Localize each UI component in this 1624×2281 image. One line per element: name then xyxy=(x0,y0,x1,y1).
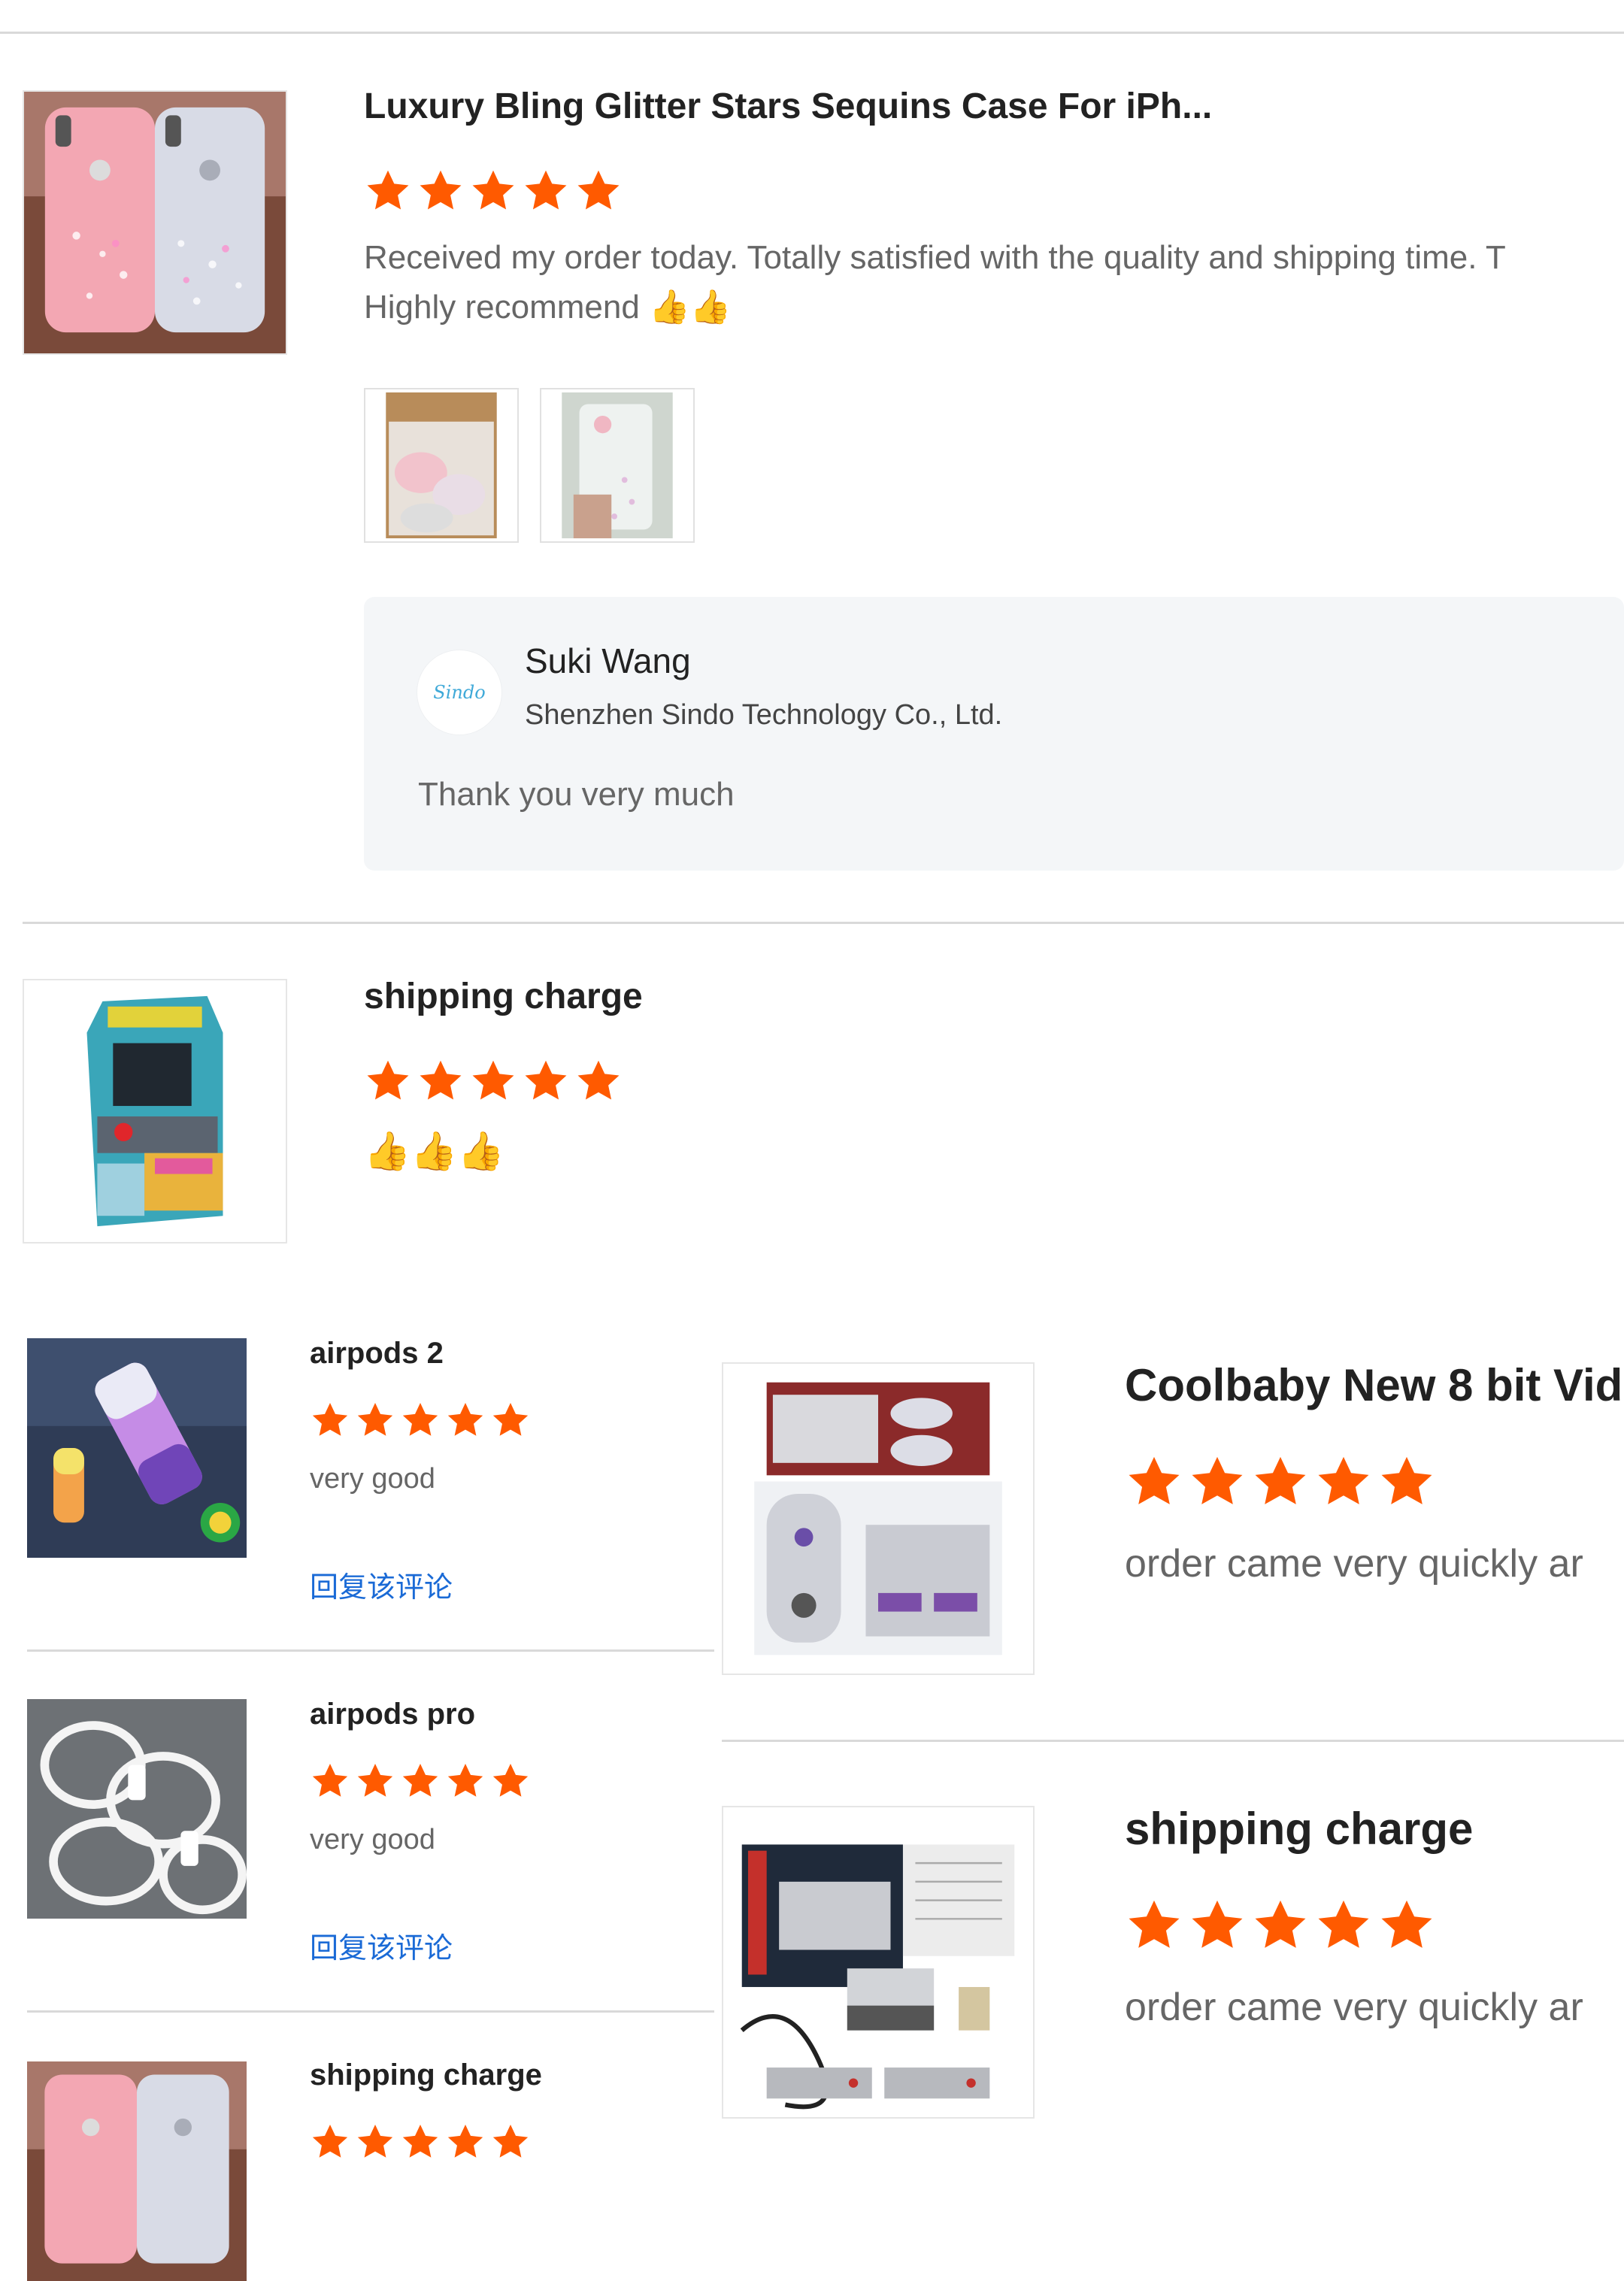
reply-to-review-link[interactable]: 回复该评论 xyxy=(310,1925,453,1966)
product-image-speaker[interactable] xyxy=(27,1338,247,1558)
thumbs-up-icon: 👍👍👍 xyxy=(364,1129,504,1173)
star-rating xyxy=(310,1761,531,1801)
star-rating xyxy=(364,167,623,215)
reply-to-review-link[interactable]: 回复该评论 xyxy=(310,1564,453,1605)
packaged-cases-image xyxy=(386,392,497,538)
star-icon xyxy=(577,1060,620,1100)
star-icon xyxy=(492,1764,529,1797)
review-title[interactable]: airpods 2 xyxy=(310,1337,444,1371)
review-text: very good xyxy=(310,1463,435,1495)
star-icon xyxy=(472,1060,514,1100)
star-icon xyxy=(420,1060,462,1100)
divider xyxy=(27,1649,714,1652)
review-title[interactable]: airpods pro xyxy=(310,1698,475,1731)
star-icon xyxy=(525,1060,567,1100)
star-rating xyxy=(364,1057,623,1105)
star-icon xyxy=(367,1060,409,1100)
seller-name: Suki Wang xyxy=(525,641,691,680)
star-rating xyxy=(1125,1896,1436,1955)
divider xyxy=(23,922,1624,924)
thumbs-up-icon: 👍👍 xyxy=(649,288,732,326)
star-icon xyxy=(1192,1456,1243,1504)
star-icon xyxy=(1192,1900,1243,1948)
review-text-line1: Received my order today. Totally satisfi… xyxy=(364,239,1506,276)
star-icon xyxy=(1255,1900,1306,1948)
review-title[interactable]: shipping charge xyxy=(310,2058,542,2092)
star-icon xyxy=(312,1764,348,1797)
star-icon xyxy=(1381,1456,1432,1504)
review-title[interactable]: Coolbaby New 8 bit Vid xyxy=(1125,1359,1624,1411)
product-image-phone-case[interactable] xyxy=(23,90,287,355)
nes-console-image xyxy=(723,1807,1033,2117)
product-image-phone-case[interactable] xyxy=(27,2061,247,2281)
case-in-hand-image xyxy=(562,392,673,538)
star-icon xyxy=(312,1403,348,1436)
star-icon xyxy=(402,1403,438,1436)
seller-logo: Sindo xyxy=(433,682,486,703)
star-icon xyxy=(472,170,514,210)
cables-image xyxy=(27,1699,247,1919)
star-icon xyxy=(447,1764,483,1797)
review-text: order came very quickly ar xyxy=(1125,1986,1583,2029)
review-title[interactable]: Luxury Bling Glitter Stars Sequins Case … xyxy=(364,86,1492,127)
seller-reply-box: Sindo Suki Wang Shenzhen Sindo Technolog… xyxy=(364,597,1624,871)
star-icon xyxy=(402,1764,438,1797)
star-icon xyxy=(1318,1900,1369,1948)
review-text-recommend: Highly recommend xyxy=(364,289,640,326)
product-image-mini-arcade[interactable] xyxy=(23,979,287,1243)
star-icon xyxy=(357,2125,393,2158)
product-image-snes-console[interactable] xyxy=(722,1362,1035,1675)
star-icon xyxy=(447,1403,483,1436)
star-icon xyxy=(492,1403,529,1436)
star-icon xyxy=(367,170,409,210)
review-text-line2: Highly recommend 👍👍 xyxy=(364,287,1041,326)
star-rating xyxy=(1125,1453,1436,1511)
star-icon xyxy=(1129,1900,1180,1948)
review-title[interactable]: shipping charge xyxy=(1125,1803,1624,1855)
top-divider xyxy=(0,32,1624,34)
snes-console-image xyxy=(723,1364,1033,1674)
seller-avatar: Sindo xyxy=(417,650,502,735)
star-icon xyxy=(447,2125,483,2158)
product-image-cables[interactable] xyxy=(27,1699,247,1919)
star-rating xyxy=(310,1400,531,1440)
speaker-image xyxy=(27,1338,247,1558)
review-title[interactable]: shipping charge xyxy=(364,976,1266,1017)
seller-company: Shenzhen Sindo Technology Co., Ltd. xyxy=(525,699,1003,731)
star-icon xyxy=(357,1764,393,1797)
star-icon xyxy=(312,2125,348,2158)
review-photo-2[interactable] xyxy=(540,388,695,543)
star-icon xyxy=(1255,1456,1306,1504)
star-rating xyxy=(310,2122,531,2162)
star-icon xyxy=(1381,1900,1432,1948)
review-text: order came very quickly ar xyxy=(1125,1542,1583,1586)
mini-arcade-image xyxy=(24,980,286,1242)
star-icon xyxy=(577,170,620,210)
star-icon xyxy=(420,170,462,210)
star-icon xyxy=(1129,1456,1180,1504)
review-text: very good xyxy=(310,1824,435,1855)
phone-case-image xyxy=(27,2061,247,2281)
divider xyxy=(27,2010,714,2013)
review-photo-1[interactable] xyxy=(364,388,519,543)
seller-reply-message: Thank you very much xyxy=(418,776,735,813)
phone-case-image xyxy=(24,92,286,353)
product-image-nes-console[interactable] xyxy=(722,1806,1035,2119)
star-icon xyxy=(357,1403,393,1436)
divider xyxy=(722,1740,1624,1742)
star-icon xyxy=(402,2125,438,2158)
star-icon xyxy=(492,2125,529,2158)
star-icon xyxy=(1318,1456,1369,1504)
star-icon xyxy=(525,170,567,210)
